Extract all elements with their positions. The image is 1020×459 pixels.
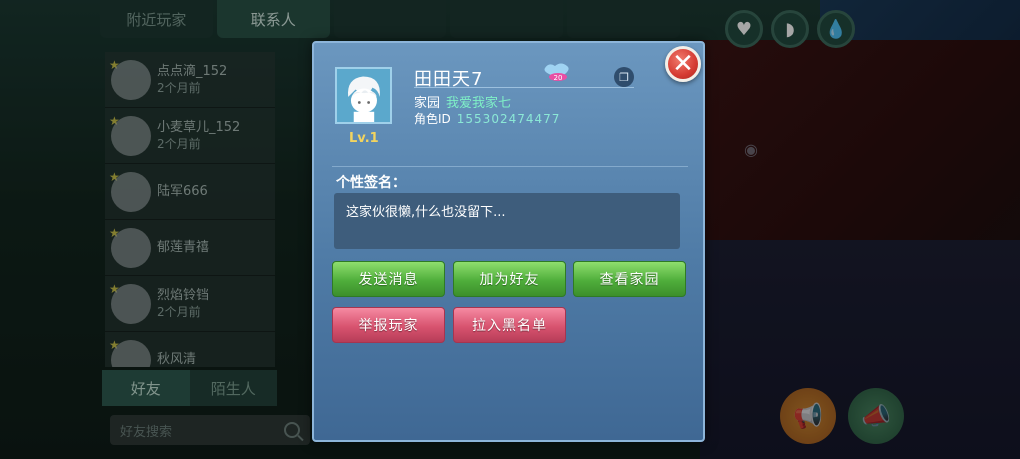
role-id-value: 155302474477 <box>456 112 561 126</box>
avatar-character-icon <box>337 69 390 122</box>
home-value[interactable]: 我爱我家七 <box>446 96 511 111</box>
signature-title: 个性签名： <box>336 175 406 191</box>
home-label: 家园 <box>414 96 441 111</box>
close-button[interactable]: ✕ <box>665 46 701 82</box>
home-row: 家园 我爱我家七 <box>414 92 511 111</box>
badge-number: 20 <box>554 74 563 82</box>
blacklist-button[interactable]: 拉入黑名单 <box>453 307 566 343</box>
player-level: Lv.1 <box>349 131 379 146</box>
name-underline <box>414 87 634 88</box>
player-avatar <box>335 67 392 124</box>
role-id-label: 角色ID <box>414 112 451 126</box>
close-icon: ✕ <box>672 49 694 79</box>
view-home-button[interactable]: 查看家园 <box>573 261 686 297</box>
copy-icon[interactable]: ❐ <box>614 67 634 87</box>
divider <box>332 166 688 167</box>
signature-text: 这家伙很懒,什么也没留下... <box>334 193 680 249</box>
role-id-row: 角色ID 155302474477 <box>414 110 560 127</box>
add-friend-button[interactable]: 加为好友 <box>453 261 566 297</box>
vip-badge-icon: 20 <box>544 63 569 82</box>
send-message-button[interactable]: 发送消息 <box>332 261 445 297</box>
report-player-button[interactable]: 举报玩家 <box>332 307 445 343</box>
